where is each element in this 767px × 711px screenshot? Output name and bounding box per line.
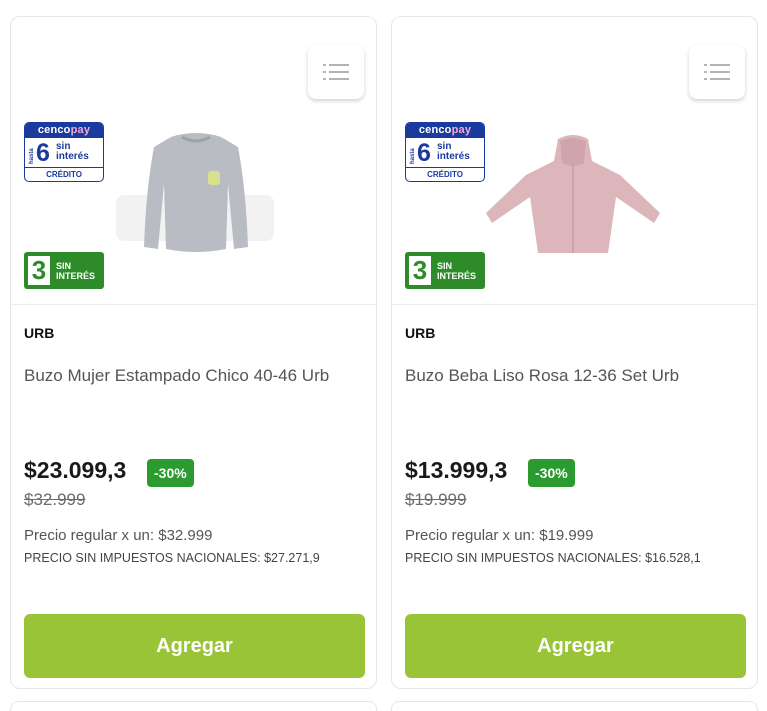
price-without-taxes: PRECIO SIN IMPUESTOS NACIONALES: $27.271… (24, 551, 320, 565)
cencopay-credito: CRÉDITO (406, 167, 484, 181)
product-image-hoodie[interactable] (484, 135, 662, 257)
cencopay-installments: 6 (36, 139, 50, 167)
add-to-list-button[interactable] (308, 45, 364, 99)
product-card[interactable]: cencopay hasta 6 sin interés CRÉDITO 3 SI… (391, 16, 758, 689)
interes-label: INTERÉS (437, 270, 477, 281)
three-installments-badge: 3 SIN INTERÉS (405, 252, 485, 289)
old-price: $19.999 (405, 490, 467, 509)
price-without-taxes: PRECIO SIN IMPUESTOS NACIONALES: $16.528… (405, 551, 701, 565)
regular-price: Precio regular x un: $32.999 (24, 527, 213, 544)
add-to-cart-button[interactable]: Agregar (24, 614, 365, 678)
sin-label: SIN (56, 260, 72, 271)
add-to-list-button[interactable] (689, 45, 745, 99)
list-icon (323, 64, 349, 80)
discount-badge: -30% (528, 459, 575, 487)
cencopay-hasta: hasta (29, 148, 35, 164)
product-image-sweatshirt[interactable] (116, 129, 276, 269)
interes-label: INTERÉS (56, 270, 96, 281)
cencopay-brand: cenco (37, 124, 71, 136)
product-brand: URB (405, 325, 436, 341)
product-image-area[interactable]: cencopay hasta 6 sin interés CRÉDITO 3 SI… (392, 17, 757, 305)
product-card[interactable]: cencopay hasta 6 sin interés CRÉDITO 3 SI… (10, 16, 377, 689)
next-product-card-edge (10, 701, 377, 711)
discount-badge: -30% (147, 459, 194, 487)
old-price: $32.999 (24, 490, 86, 509)
cencopay-interes: interés (437, 151, 470, 162)
cencopay-brand-pay: pay (451, 124, 472, 136)
cencopay-badge: cencopay hasta 6 sin interés CRÉDITO (405, 122, 485, 182)
installments-number: 3 (409, 256, 431, 285)
cencopay-interes: interés (56, 151, 89, 162)
cencopay-brand-pay: pay (70, 124, 91, 136)
installments-number: 3 (28, 256, 50, 285)
product-image-area[interactable]: cencopay hasta 6 sin interés CRÉDITO 3 SI… (11, 17, 376, 305)
cencopay-badge: cencopay hasta 6 sin interés CRÉDITO (24, 122, 104, 182)
regular-price: Precio regular x un: $19.999 (405, 527, 594, 544)
three-installments-badge: 3 SIN INTERÉS (24, 252, 104, 289)
cencopay-credito: CRÉDITO (25, 167, 103, 181)
product-name[interactable]: Buzo Mujer Estampado Chico 40-46 Urb (24, 366, 329, 386)
cencopay-hasta: hasta (410, 148, 416, 164)
product-name[interactable]: Buzo Beba Liso Rosa 12-36 Set Urb (405, 366, 679, 386)
product-brand: URB (24, 325, 55, 341)
sin-label: SIN (437, 260, 453, 271)
add-to-cart-button[interactable]: Agregar (405, 614, 746, 678)
cencopay-installments: 6 (417, 139, 431, 167)
cencopay-brand: cenco (418, 124, 452, 136)
product-price: $23.099,3 (24, 457, 127, 483)
next-product-card-edge (391, 701, 758, 711)
list-icon (704, 64, 730, 80)
product-price: $13.999,3 (405, 457, 508, 483)
